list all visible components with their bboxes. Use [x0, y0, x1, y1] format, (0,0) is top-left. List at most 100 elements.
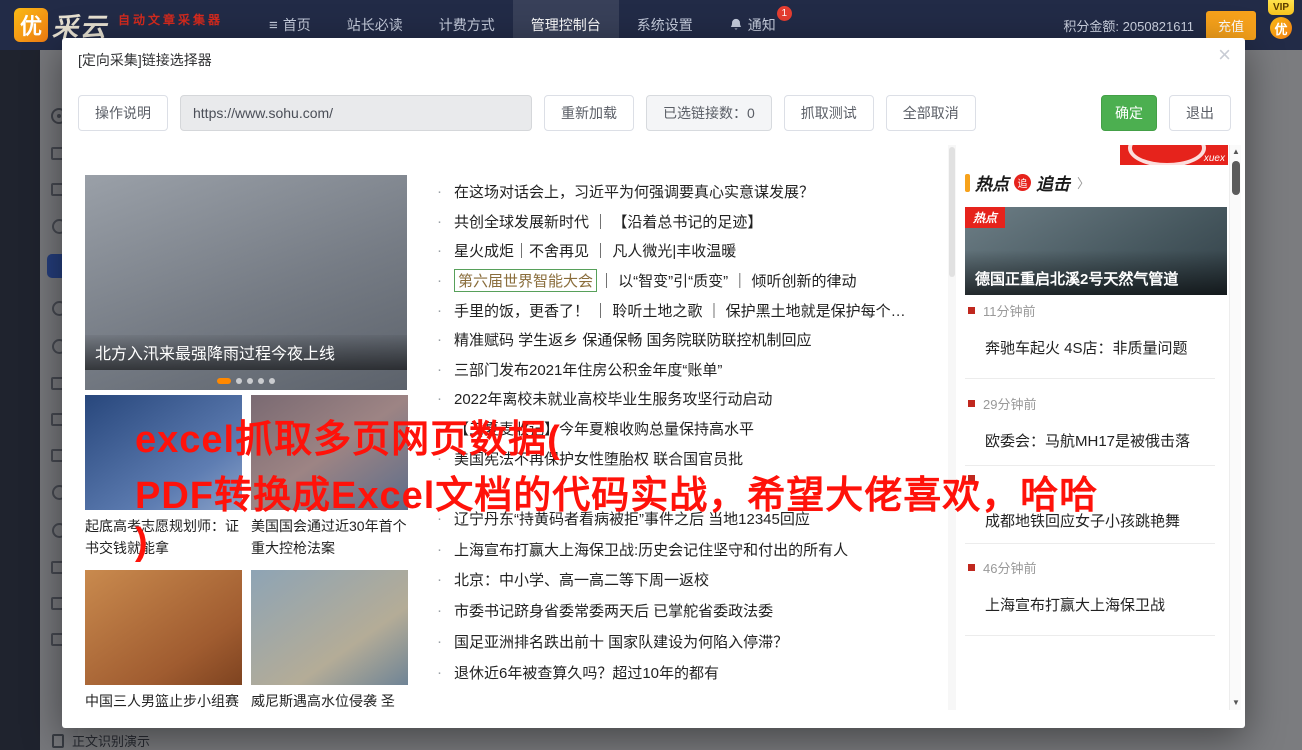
reload-button[interactable]: 重新加载 — [544, 95, 634, 131]
recharge-button[interactable]: 充值 — [1205, 10, 1256, 40]
divider — [965, 465, 1215, 466]
logo-icon: 优 — [14, 8, 48, 42]
news-link[interactable]: · 退休近6年被查算久吗？超过10年的都有 — [437, 657, 848, 688]
carousel-dot[interactable] — [217, 378, 231, 384]
arrow-down-icon[interactable]: ▼ — [1230, 696, 1242, 710]
vip-widget[interactable]: VIP 优 — [1264, 0, 1298, 39]
modal-title: [定向采集]链接选择器 — [78, 52, 212, 68]
bell-icon — [730, 18, 742, 30]
square-bullet-icon — [968, 564, 975, 571]
hot-item-time: 46分钟前 — [968, 558, 1036, 577]
hot-item-link[interactable]: 成都地铁回应女子小孩跳艳舞 — [985, 510, 1180, 531]
divider — [965, 543, 1215, 544]
arrow-up-icon[interactable]: ▲ — [1230, 145, 1242, 159]
bullet-icon: · — [437, 360, 442, 378]
bullet-icon: · — [437, 633, 442, 651]
news-list-bottom: · 辽宁丹东“持黄码者看病被拒”事件之后 当地12345回应 · 上海宣布打赢大上海… — [437, 503, 848, 688]
news-link[interactable]: · 辽宁丹东“持黄码者看病被拒”事件之后 当地12345回应 — [437, 503, 848, 534]
webpage-preview: xuex 北方入汛来最强降雨过程今夜上线 · 在这场对话会上，习近平为何强调要真心… — [75, 145, 1229, 710]
news-link[interactable]: · 手里的饭，更香了！ ｜ 聆听土地之歌 ｜ 保护黑土地就是保护每个… — [437, 295, 906, 325]
bullet-icon: · — [437, 420, 442, 438]
link-selector-modal: [定向采集]链接选择器 × 操作说明 重新加载 已选链接数：0 抓取测试 全部取… — [62, 38, 1245, 728]
news-link[interactable]: · 三部门发布2021年住房公积金年度“账单” — [437, 355, 906, 385]
news-link[interactable]: · 2022年离校未就业高校毕业生服务攻坚行动启动 — [437, 384, 906, 414]
bullet-icon: · — [437, 602, 442, 620]
notification-badge: 1 — [776, 6, 792, 21]
accent-bar-icon — [965, 173, 970, 192]
carousel-dot[interactable] — [269, 378, 275, 384]
modal-scrollbar[interactable]: ▲ ▼ — [1229, 145, 1241, 710]
thumbnail-caption[interactable]: 中国三人男篮止步小组赛 — [85, 690, 243, 710]
news-link[interactable]: · 国足亚洲排名跌出前十 国家队建设为何陷入停滞？ — [437, 626, 848, 657]
main-photo-caption: 北方入汛来最强降雨过程今夜上线 — [85, 335, 407, 370]
bullet-icon: · — [437, 331, 442, 349]
help-button[interactable]: 操作说明 — [78, 95, 168, 131]
thumbnail-caption[interactable]: 起底高考志愿规划师：证书交钱就能拿 — [85, 515, 243, 559]
hamburger-icon: ≡ — [269, 16, 278, 34]
news-link-selected[interactable]: · 第六届世界智能大会 ｜ 以“智变”引“质变” ｜ 倾听创新的律动 — [437, 266, 906, 296]
bullet-icon: · — [437, 663, 442, 681]
hot-featured-article[interactable]: 热点 德国正重启北溪2号天然气管道 — [965, 207, 1227, 295]
bullet-icon: · — [437, 509, 442, 527]
close-icon[interactable]: × — [1218, 44, 1231, 66]
inner-scrollbar-thumb[interactable] — [949, 147, 955, 277]
news-link[interactable]: · 美国宪法不再保护女性堕胎权 联合国官员批 — [437, 443, 906, 473]
navbar-right: 积分金额: 2050821611 充值 — [1063, 10, 1256, 40]
carousel-dot[interactable] — [247, 378, 253, 384]
cancel-all-button[interactable]: 全部取消 — [885, 95, 976, 131]
carousel-dot[interactable] — [236, 378, 242, 384]
vip-badge[interactable]: VIP — [1267, 0, 1295, 15]
news-link[interactable]: · 北京：中小学、高一高二等下周一返校 — [437, 565, 848, 596]
news-link[interactable]: · 共创全球发展新时代 ｜ 【沿着总书记的足迹】 — [437, 207, 906, 237]
square-bullet-icon — [968, 400, 975, 407]
article-thumbnail[interactable] — [251, 395, 408, 510]
bullet-icon: · — [437, 272, 442, 290]
bullet-icon: · — [437, 449, 442, 467]
hot-item-time: 11分钟前 — [968, 301, 1036, 320]
article-thumbnail[interactable] — [251, 570, 408, 685]
modal-toolbar: 操作说明 重新加载 已选链接数：0 抓取测试 全部取消 确定 退出 — [78, 95, 1231, 131]
hot-featured-caption: 德国正重启北溪2号天然气管道 — [965, 250, 1227, 295]
main-photo[interactable]: 北方入汛来最强降雨过程今夜上线 — [85, 175, 407, 390]
square-bullet-icon — [968, 307, 975, 314]
hot-item-time — [968, 475, 983, 482]
bullet-icon: · — [437, 183, 442, 201]
grab-test-button[interactable]: 抓取测试 — [783, 95, 874, 131]
hot-item-time: 29分钟前 — [968, 394, 1036, 413]
vip-logo-icon[interactable]: 优 — [1270, 17, 1292, 39]
hot-topics-header[interactable]: 热点 追 追击 〉 — [965, 170, 1090, 195]
carousel-dot[interactable] — [258, 378, 264, 384]
url-input[interactable] — [180, 95, 532, 131]
news-list-top: · 在这场对话会上，习近平为何强调要真心实意谋发展？ · 共创全球发展新时代 ｜ 【… — [437, 177, 906, 473]
bullet-icon: · — [437, 301, 442, 319]
chevron-right-icon: 〉 — [1077, 176, 1091, 191]
hot-topic-icon: 追 — [1014, 174, 1031, 191]
news-link[interactable]: · 上海宣布打赢大上海保卫战:历史会记住坚守和付出的所有人 — [437, 534, 848, 565]
hot-item-link[interactable]: 奔驰车起火 4S店：非质量问题 — [985, 337, 1188, 358]
news-link[interactable]: · 在这场对话会上，习近平为何强调要真心实意谋发展？ — [437, 177, 906, 207]
hot-topics-column: 热点 追 追击 〉 热点 德国正重启北溪2号天然气管道 11分钟前 奔驰车起火 … — [965, 145, 1227, 710]
thumbnail-caption[interactable]: 威尼斯遇高水位侵袭 圣 — [251, 690, 409, 710]
thumbnail-caption[interactable]: 美国国会通过近30年首个重大控枪法案 — [251, 515, 409, 559]
article-thumbnail[interactable] — [85, 570, 242, 685]
news-link[interactable]: · 【三夏麦收记】今年夏粮收购总量保持高水平 — [437, 414, 906, 444]
logo-subtitle: 自动文章采集器 — [118, 12, 224, 27]
selected-count-button[interactable]: 已选链接数：0 — [646, 95, 772, 131]
confirm-button[interactable]: 确定 — [1101, 95, 1157, 131]
hot-item-link[interactable]: 欧委会：马航MH17是被俄击落 — [985, 430, 1190, 451]
hot-item-link[interactable]: 上海宣布打赢大上海保卫战 — [985, 594, 1165, 615]
news-link[interactable]: · 市委书记跻身省委常委两天后 已掌舵省委政法委 — [437, 595, 848, 626]
exit-button[interactable]: 退出 — [1169, 95, 1231, 131]
article-thumbnail[interactable] — [85, 395, 242, 510]
bullet-icon: · — [437, 242, 442, 260]
news-link[interactable]: · 星火成炬｜不舍再见 ｜ 凡人微光|丰收温暖 — [437, 236, 906, 266]
hot-badge: 热点 — [965, 207, 1006, 228]
bullet-icon: · — [437, 212, 442, 230]
bullet-icon: · — [437, 571, 442, 589]
selected-link-highlight[interactable]: 第六届世界智能大会 — [454, 269, 598, 293]
square-bullet-icon — [968, 475, 975, 482]
divider — [965, 378, 1215, 379]
scrollbar-thumb[interactable] — [1232, 161, 1240, 195]
news-link[interactable]: · 精准赋码 学生返乡 保通保畅 国务院联防联控机制回应 — [437, 325, 906, 355]
inner-scrollbar[interactable] — [948, 145, 956, 710]
